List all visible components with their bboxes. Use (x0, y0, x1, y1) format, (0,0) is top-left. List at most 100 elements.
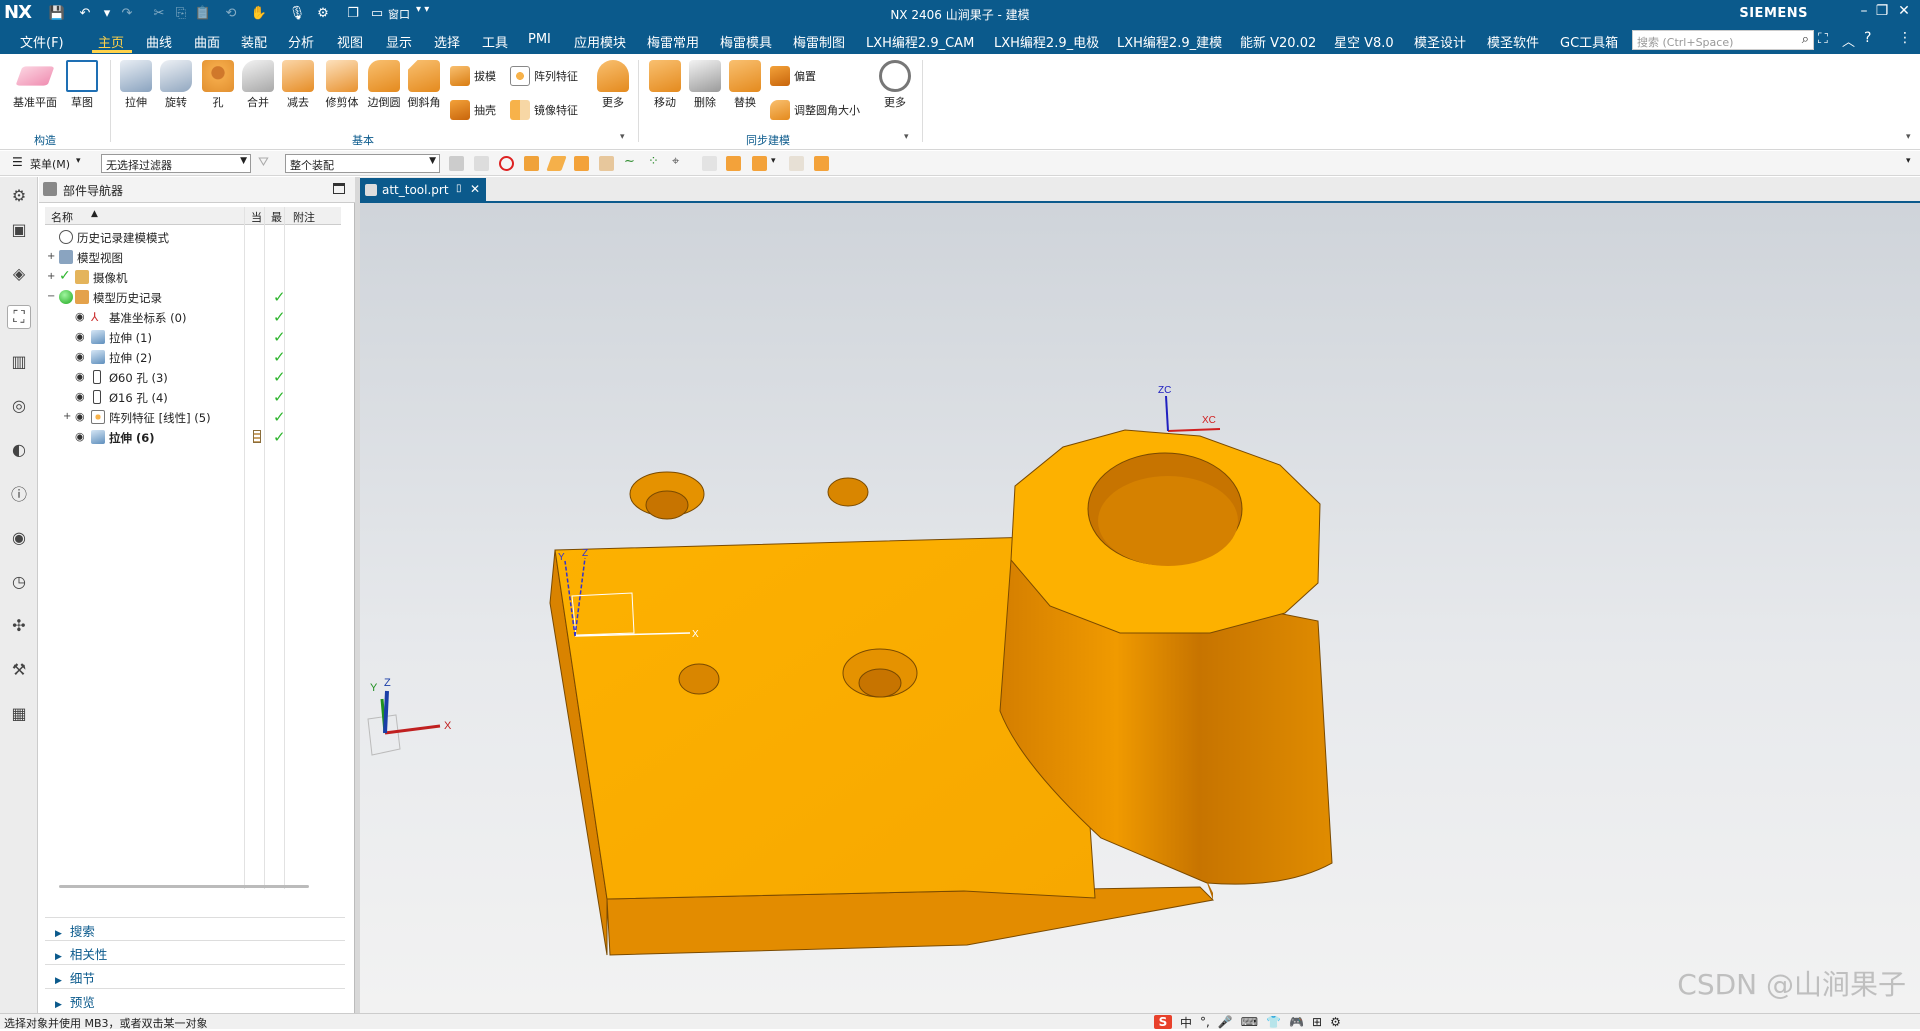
menu-select[interactable]: 选择 (434, 32, 460, 51)
menu-lxh-electrode[interactable]: LXH编程2.9_电极 (994, 32, 1099, 51)
menu-mosheng-software[interactable]: 模圣软件 (1487, 32, 1539, 51)
delete-face-button[interactable]: 删除 (686, 60, 724, 110)
menu-dropdown-icon[interactable]: ▾ (76, 156, 81, 166)
column-name[interactable]: 名称 (51, 209, 73, 225)
menu-nengxin[interactable]: 能新 V20.02 (1240, 32, 1316, 51)
select-more-icon[interactable] (752, 156, 767, 171)
command-search-input[interactable]: 搜索 (Ctrl+Space) ⌕ (1632, 30, 1814, 50)
ribbon-overflow-icon[interactable]: ▾ (1906, 132, 1911, 142)
ime-voice-icon[interactable]: 🎤 (1218, 1015, 1233, 1029)
menu-mosheng-design[interactable]: 模圣设计 (1414, 32, 1466, 51)
reset-filter-icon[interactable]: ⛛ (258, 155, 269, 170)
ime-chinese-mode[interactable]: 中 (1180, 1014, 1192, 1031)
tree-row-cameras[interactable]: + ✓ 摄像机 (45, 267, 341, 287)
close-tab-icon[interactable]: ✕ (470, 182, 480, 196)
collapse-ribbon-icon[interactable]: ︿ (1842, 31, 1855, 50)
horizontal-scrollbar[interactable] (59, 885, 309, 888)
toolbar-overflow-icon[interactable]: ▾ (1906, 156, 1911, 166)
draft-button[interactable]: 拔模 (450, 66, 496, 86)
info-icon[interactable]: ⓘ (7, 481, 31, 505)
menu-tools[interactable]: 工具 (482, 32, 508, 51)
deselect-all-icon[interactable] (499, 156, 514, 171)
palette-icon[interactable]: ▦ (7, 701, 31, 725)
help-icon[interactable]: ? (1864, 30, 1871, 46)
document-tab[interactable]: att_tool.prt ▯ ✕ (360, 178, 486, 202)
ime-keyboard-icon[interactable]: ⌨ (1241, 1015, 1258, 1029)
sync-more-button[interactable]: 更多 (876, 60, 914, 110)
group-basic-dropdown-icon[interactable]: ▾ (620, 132, 625, 142)
menu-analysis[interactable]: 分析 (288, 32, 314, 51)
subtract-button[interactable]: 减去 (280, 60, 316, 110)
tree-row-feature[interactable]: ◉ 拉伸 (1) ✓ (45, 327, 341, 347)
group-sync-dropdown-icon[interactable]: ▾ (904, 132, 909, 142)
part-navigator-icon[interactable]: ⛶ (7, 305, 31, 329)
eye-icon[interactable]: ◉ (75, 311, 87, 323)
role-icon[interactable]: ◐ (7, 437, 31, 461)
menu-list-icon[interactable]: ☰ (12, 155, 23, 169)
show-hide-icon[interactable] (789, 156, 804, 171)
datum-plane-button[interactable]: 基准平面 (8, 60, 62, 110)
close-icon[interactable]: ✕ (1892, 3, 1916, 23)
tree-row-feature[interactable]: ◉ ⅄ 基准坐标系 (0) ✓ (45, 307, 341, 327)
select-solid-icon[interactable] (574, 156, 589, 171)
menu-xingkong[interactable]: 星空 V8.0 (1334, 32, 1394, 51)
eye-icon[interactable]: ◉ (75, 351, 87, 363)
reuse-library-icon[interactable]: ▥ (7, 349, 31, 373)
shell-button[interactable]: 抽壳 (450, 100, 496, 120)
tree-row-feature[interactable]: ◉ Ø60 孔 (3) ✓ (45, 367, 341, 387)
ime-toolbox-icon[interactable]: ⊞ (1312, 1015, 1322, 1029)
select-more-dropdown-icon[interactable]: ▾ (771, 156, 776, 166)
eye-icon[interactable]: ◉ (75, 371, 87, 383)
eye-icon[interactable]: ◉ (75, 411, 87, 423)
column-note[interactable]: 附注 (293, 209, 315, 225)
section-dependencies[interactable]: ▶ 相关性 (45, 940, 345, 962)
manufacturing-wizard-icon[interactable]: ⚒ (7, 657, 31, 681)
menu-meilei-mold[interactable]: 梅雷模具 (720, 32, 772, 51)
basic-more-button[interactable]: 更多 (594, 60, 632, 110)
fullscreen-icon[interactable]: ⛶ (1818, 31, 1828, 47)
shaded-display-icon[interactable] (814, 156, 829, 171)
menu-pmi[interactable]: PMI (528, 32, 551, 47)
web-browser-icon[interactable]: ◉ (7, 525, 31, 549)
ime-game-icon[interactable]: 🎮 (1289, 1015, 1304, 1029)
pattern-feature-button[interactable]: 阵列特征 (510, 66, 578, 86)
triad-z-axis[interactable] (383, 690, 389, 734)
select-body-icon[interactable] (474, 156, 489, 171)
search-icon[interactable]: ⌕ (1802, 32, 1809, 47)
select-sheet-icon[interactable] (599, 156, 614, 171)
menu-file[interactable]: 文件(F) (20, 32, 64, 51)
menu-display[interactable]: 显示 (386, 32, 412, 51)
revolve-button[interactable]: 旋转 (158, 60, 194, 110)
sogou-logo-icon[interactable]: S (1154, 1015, 1172, 1029)
ime-settings-icon[interactable]: ⚙ (1330, 1015, 1341, 1029)
type-filter-select[interactable]: 无选择过滤器 ▼ (101, 154, 251, 173)
menu-assembly[interactable]: 装配 (241, 32, 267, 51)
ime-punctuation[interactable]: °, (1200, 1015, 1210, 1029)
section-search[interactable]: ▶ 搜索 (45, 917, 345, 939)
menu-button[interactable]: 菜单(M) (30, 156, 70, 172)
maximize-panel-icon[interactable] (333, 183, 345, 194)
graphics-window[interactable]: X Y Z XC ZC X Y Z CSDN @山涧果子 (360, 203, 1920, 1013)
pin-icon[interactable]: ▯ (456, 183, 462, 194)
menu-lxh-cam[interactable]: LXH编程2.9_CAM (866, 32, 974, 51)
chamfer-button[interactable]: 倒斜角 (404, 60, 444, 110)
extrude-button[interactable]: 拉伸 (118, 60, 154, 110)
snap-point-icon[interactable]: ⁘ (648, 154, 659, 169)
menu-lxh-modeling[interactable]: LXH编程2.9_建模 (1117, 32, 1222, 51)
replace-face-button[interactable]: 替换 (726, 60, 764, 110)
menu-curve[interactable]: 曲线 (146, 32, 172, 51)
tree-row-model-history[interactable]: − 模型历史记录 ✓ (45, 287, 341, 307)
sketch-button[interactable]: 草图 (64, 60, 100, 110)
eye-icon[interactable]: ◉ (75, 331, 87, 343)
menu-gc-toolbox[interactable]: GC工具箱 (1560, 32, 1618, 51)
tree-row-feature-current[interactable]: ◉ 拉伸 (6) ✓ (45, 427, 341, 447)
section-details[interactable]: ▶ 细节 (45, 964, 345, 986)
model-view[interactable]: X Y Z XC ZC X Y Z (360, 203, 1920, 1013)
column-current[interactable]: 当 (251, 209, 262, 225)
move-face-button[interactable]: 移动 (646, 60, 684, 110)
offset-region-button[interactable]: 偏置 (770, 66, 816, 86)
tree-row-feature[interactable]: ◉ Ø16 孔 (4) ✓ (45, 387, 341, 407)
ime-skin-icon[interactable]: 👕 (1266, 1015, 1281, 1029)
trim-body-button[interactable]: 修剪体 (320, 60, 364, 110)
expand-plus-icon[interactable]: + (47, 251, 55, 262)
